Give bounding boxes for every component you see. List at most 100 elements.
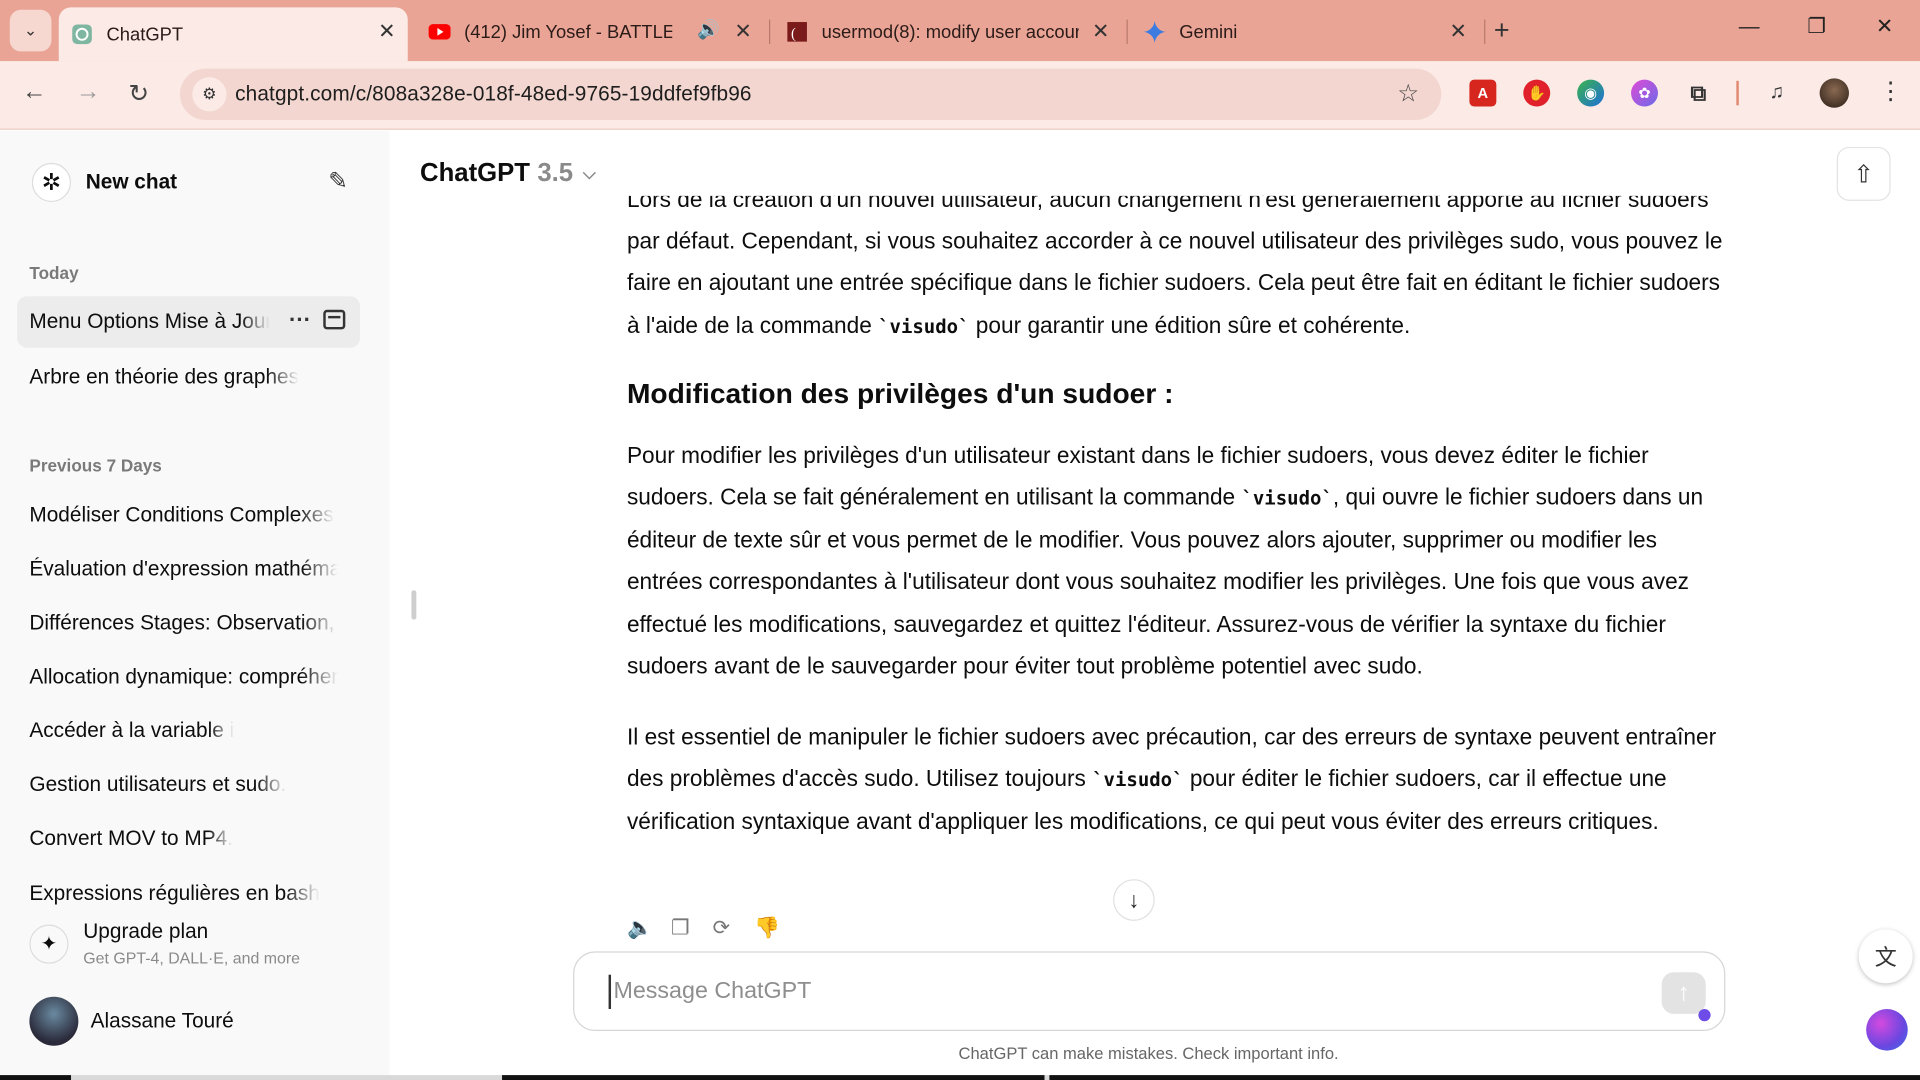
chat-item-title: Modéliser Conditions Complexes (29, 503, 334, 527)
plus-icon: + (1493, 14, 1510, 46)
adblock-extension-icon[interactable]: ✋ (1523, 79, 1551, 107)
message-paragraph: Il est essentiel de manipuler le fichier… (627, 716, 1729, 843)
assistant-message: Lors de la création d'un nouvel utilisat… (627, 196, 1729, 909)
section-label-previous-7-days: Previous 7 Days (29, 455, 162, 476)
forward-button[interactable]: → (76, 78, 100, 106)
browser-window: ⌄ ChatGPT ✕ (412) Jim Yosef - BATTLECRY … (0, 0, 1920, 1080)
acrobat-extension-icon[interactable]: A (1469, 79, 1497, 107)
tab-search-button[interactable]: ⌄ (9, 9, 52, 52)
chat-item-title: Évaluation d'expression mathématique (29, 557, 338, 581)
chat-item[interactable]: Gestion utilisateurs et sudo. (17, 759, 360, 810)
tab-divider (1484, 19, 1486, 45)
disclaimer: ChatGPT can make mistakes. Check importa… (958, 1044, 1339, 1063)
back-button[interactable]: ← (22, 78, 46, 106)
send-button[interactable]: ↑ (1661, 972, 1706, 1014)
chat-item[interactable]: Accéder à la variable i (17, 705, 360, 756)
restore-button[interactable]: ❐ (1807, 15, 1826, 39)
message-paragraph: Pour modifier les privilèges d'un utilis… (627, 434, 1729, 687)
copy-icon[interactable]: ❐ (671, 916, 690, 940)
address-bar[interactable]: ⚙ chatgpt.com/c/808a328e-018f-48ed-9765-… (180, 68, 1442, 121)
close-window-button[interactable]: ✕ (1876, 15, 1893, 39)
model-selector[interactable]: ChatGPT 3.5 ⌵ (420, 159, 596, 188)
tab-chatgpt[interactable]: ChatGPT ✕ (58, 7, 408, 62)
chat-item[interactable]: Différences Stages: Observation, Pratiqu… (17, 598, 360, 649)
chevron-down-icon: ⌄ (23, 20, 38, 40)
model-version: 3.5 (537, 159, 574, 188)
speaker-icon[interactable]: 🔊 (697, 18, 720, 41)
url-text[interactable]: chatgpt.com/c/808a328e-018f-48ed-9765-19… (235, 82, 752, 106)
share-button[interactable]: ⇧ (1836, 146, 1891, 201)
browser-menu-icon[interactable]: ⋮ (1878, 76, 1902, 107)
chat-item-title: Menu Options Mise à Jour (29, 309, 270, 334)
sparkle-icon: ✦ (29, 924, 69, 964)
chat-item[interactable]: Évaluation d'expression mathématique (17, 544, 360, 595)
youtube-icon (428, 21, 451, 43)
read-aloud-icon[interactable]: 🔈 (627, 916, 653, 940)
compose-icon[interactable]: ✎ (328, 168, 347, 196)
tab-title: usermod(8): modify user accour (821, 21, 1079, 43)
site-info-icon[interactable]: ⚙ (192, 77, 227, 112)
tab-gemini[interactable]: Gemini ✕ (1131, 7, 1479, 56)
upgrade-plan-button[interactable]: ✦ Upgrade plan Get GPT-4, DALL·E, and mo… (17, 910, 360, 979)
thumbs-down-icon[interactable]: 👎 (754, 916, 780, 940)
new-chat-label: New chat (85, 170, 178, 194)
tab-divider (1126, 19, 1128, 45)
reload-button[interactable]: ↻ (129, 78, 150, 109)
message-heading: Modification des privilèges d'un sudoer … (626, 376, 1174, 409)
man-page-icon: ( (786, 21, 808, 43)
text-run: pour garantir une édition sûre et cohére… (969, 311, 1411, 338)
share-icon: ⇧ (1853, 161, 1874, 188)
chevron-down-icon: ⌵ (582, 162, 596, 183)
chat-item[interactable]: Allocation dynamique: compréhension (17, 651, 360, 702)
message-composer[interactable]: ↑ (573, 951, 1726, 1032)
sidebar-resize-handle[interactable] (411, 590, 417, 620)
upgrade-title: Upgrade plan (83, 919, 209, 943)
model-name: ChatGPT (420, 159, 531, 188)
close-icon[interactable]: ✕ (378, 20, 395, 44)
chat-item[interactable]: Menu Options Mise à Jour ··· (17, 296, 361, 348)
archive-icon[interactable] (323, 309, 346, 330)
chat-item-title: Gestion utilisateurs et sudo. (29, 772, 287, 796)
media-control-icon[interactable]: ♫ (1763, 80, 1790, 107)
new-chat-button[interactable]: ✲ New chat ✎ (17, 153, 360, 212)
gemini-star-icon (1143, 20, 1166, 43)
extensions-puzzle-icon[interactable]: ⧉ (1685, 80, 1712, 107)
taskbar-edge (0, 1075, 1920, 1080)
user-name: Alassane Touré (90, 1008, 234, 1033)
message-input[interactable] (608, 974, 1613, 1009)
regenerate-icon[interactable]: ⟳ (713, 916, 730, 940)
chat-item-title: Convert MOV to MP4. (29, 826, 233, 850)
chat-item-title: Allocation dynamique: compréhension (29, 664, 338, 689)
close-icon[interactable]: ✕ (1450, 20, 1467, 44)
svg-text:(: ( (791, 26, 796, 42)
chat-item-title: Arbre en théorie des graphes (29, 364, 300, 389)
tab-divider (768, 19, 771, 45)
avatar (29, 996, 79, 1046)
close-icon[interactable]: ✕ (734, 20, 751, 44)
chat-item-title: Accéder à la variable i (29, 718, 235, 743)
chat-item[interactable]: Modéliser Conditions Complexes (17, 490, 360, 541)
bookmark-star-icon[interactable]: ☆ (1397, 78, 1419, 109)
more-options-icon[interactable]: ··· (289, 307, 311, 333)
chat-item[interactable]: Arbre en théorie des graphes (17, 351, 360, 402)
chat-item[interactable]: Convert MOV to MP4. (17, 813, 360, 864)
brain-extension-icon[interactable]: ✿ (1631, 79, 1658, 107)
globe-extension-icon[interactable]: ◉ (1577, 79, 1605, 107)
scroll-to-bottom-button[interactable]: ↓ (1113, 879, 1155, 921)
inline-code: `visudo` (1241, 487, 1333, 510)
close-icon[interactable]: ✕ (1092, 20, 1109, 44)
profile-avatar[interactable] (1819, 78, 1849, 108)
chat-item-title: Expressions régulières en bash (29, 881, 320, 905)
tab-title: (412) Jim Yosef - BATTLECRY (464, 21, 672, 43)
tab-youtube[interactable]: (412) Jim Yosef - BATTLECRY 🔊 ✕ (416, 7, 764, 56)
new-tab-button[interactable]: + (1494, 15, 1510, 47)
tab-usermod[interactable]: ( usermod(8): modify user accour ✕ (774, 7, 1122, 56)
message-paragraph: Lors de la création d'un nouvel utilisat… (627, 196, 1729, 348)
browser-toolbar: ← → ↻ ⚙ chatgpt.com/c/808a328e-018f-48ed… (0, 61, 1920, 130)
minimize-button[interactable]: ― (1739, 15, 1760, 39)
arrow-up-icon: ↑ (1677, 978, 1690, 1006)
translate-icon[interactable]: 文 (1858, 929, 1913, 984)
sidebar: ✲ New chat ✎ Today Menu Options Mise à J… (0, 131, 390, 1080)
brain-assistant-icon[interactable] (1866, 1008, 1908, 1051)
openai-logo-icon: ✲ (31, 162, 72, 203)
